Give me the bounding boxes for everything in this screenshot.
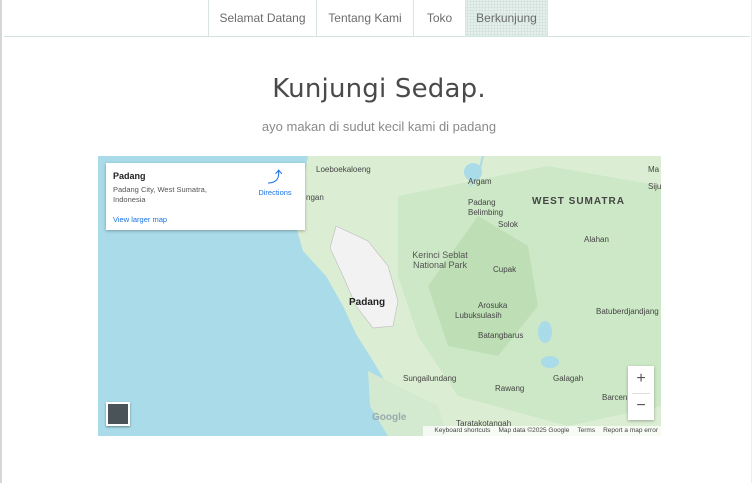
map-label-lubuksulasih: Lubuksulasih	[455, 311, 502, 320]
report-map-error-link[interactable]: Report a map error	[603, 426, 658, 436]
map-info-card: Padang Padang City, West Sumatra, Indone…	[106, 163, 305, 230]
map-label-argam: Argam	[468, 177, 492, 186]
map-label-padang-belimbing: Padang Belimbing	[468, 198, 504, 217]
map-label-cupak: Cupak	[493, 265, 517, 274]
directions-label: Directions	[258, 188, 292, 197]
map-label-barcen: Barcen	[602, 393, 628, 402]
map-label-arosuka: Arosuka	[478, 301, 508, 310]
keyboard-shortcuts-link[interactable]: Keyboard shortcuts	[434, 426, 490, 436]
map-label-kerinci: Kerinci Seblat National Park	[412, 250, 468, 270]
terms-link[interactable]: Terms	[577, 426, 595, 436]
page-subtitle: ayo makan di sudut kecil kami di padang	[261, 119, 497, 134]
zoom-out-button[interactable]: −	[628, 393, 654, 420]
map-footer: Keyboard shortcuts Map data ©2025 Google…	[423, 426, 661, 436]
map-label-galagah: Galagah	[553, 374, 584, 383]
page-border-left	[0, 0, 2, 483]
view-larger-map-link[interactable]: View larger map	[113, 215, 167, 224]
nav-divider	[4, 36, 750, 37]
top-navigation: Selamat Datang Tentang Kami Toko Berkunj…	[208, 0, 548, 36]
info-place-name: Padang	[113, 171, 146, 181]
embedded-map[interactable]: Loeboekaloeng ngan Argam Padang Belimbin…	[98, 156, 661, 436]
map-label-solok: Solok	[498, 220, 519, 229]
directions-button[interactable]: ⤴ Directions	[254, 170, 296, 197]
map-label-ma: Ma	[648, 165, 660, 174]
map-label-sungailundang: Sungailundang	[403, 374, 457, 383]
zoom-divider	[632, 393, 650, 394]
map-label-west-sumatra: WEST SUMATRA	[532, 196, 625, 207]
map-layer-toggle[interactable]	[106, 402, 130, 426]
zoom-controls: + −	[628, 366, 654, 420]
map-label-alahan: Alahan	[584, 235, 609, 244]
page-title: Kunjungi Sedap.	[272, 74, 486, 104]
nav-selamat-datang[interactable]: Selamat Datang	[208, 0, 316, 36]
map-label-padang: Padang	[349, 297, 386, 308]
zoom-in-button[interactable]: +	[628, 366, 654, 393]
google-logo: Google	[372, 412, 407, 423]
map-label-ngan: ngan	[306, 193, 324, 202]
map-label-loeboekaloeng: Loeboekaloeng	[316, 165, 371, 174]
nav-tentang-kami[interactable]: Tentang Kami	[316, 0, 413, 36]
nav-berkunjung[interactable]: Berkunjung	[465, 0, 548, 36]
directions-icon: ⤴	[267, 169, 283, 186]
map-label-rawang: Rawang	[495, 384, 525, 393]
map-data-attribution: Map data ©2025 Google	[498, 427, 570, 434]
info-address: Padang City, West Sumatra, Indonesia	[113, 185, 207, 204]
map-label-siju: Siju	[648, 182, 661, 191]
nav-toko[interactable]: Toko	[413, 0, 465, 36]
map-label-batuberdjandjang: Batuberdjandjang	[596, 307, 659, 316]
map-label-batangbarus: Batangbarus	[478, 331, 524, 340]
